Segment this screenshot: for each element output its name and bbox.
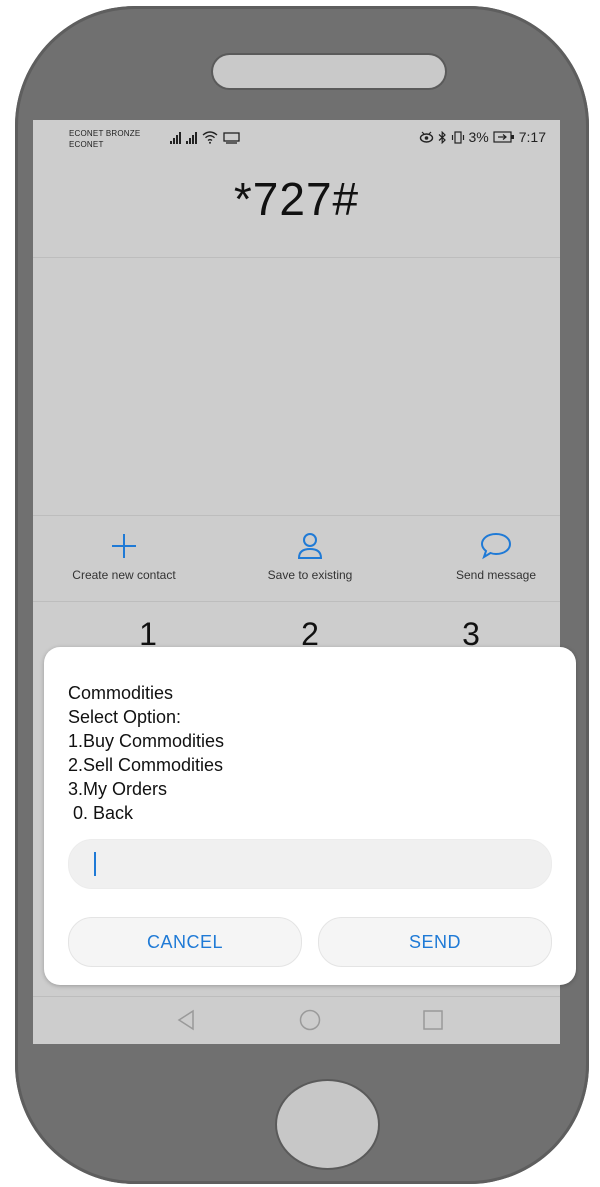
home-nav-icon[interactable]: [298, 1009, 322, 1031]
signal-strength-icon: [170, 132, 181, 144]
ussd-message: Commodities Select Option: 1.Buy Commodi…: [68, 683, 225, 823]
divider: [33, 257, 560, 258]
signal-icons: [170, 130, 240, 144]
cancel-button[interactable]: CANCEL: [68, 917, 302, 967]
eye-comfort-icon: [419, 131, 433, 143]
dialed-number: *727#: [233, 173, 360, 225]
send-button[interactable]: SEND: [318, 917, 552, 967]
divider: [33, 515, 560, 516]
chat-bubble-icon: [480, 532, 512, 560]
save-to-existing-button[interactable]: Save to existing: [222, 530, 398, 582]
wifi-icon: [202, 131, 218, 144]
home-button[interactable]: [277, 1081, 378, 1168]
create-new-contact-button[interactable]: Create new contact: [36, 530, 212, 582]
carrier-primary: ECONET BRONZE: [69, 129, 141, 138]
status-bar: ECONET BRONZE ECONET 3% 7:17: [33, 120, 560, 160]
ussd-reply-input[interactable]: [68, 839, 552, 889]
ussd-dialog: Commodities Select Option: 1.Buy Commodi…: [44, 647, 576, 985]
battery-charging-icon: [493, 131, 514, 143]
plus-icon: [112, 534, 136, 558]
battery-percent: 3%: [468, 129, 489, 145]
back-nav-icon[interactable]: [176, 1009, 196, 1031]
carrier-secondary: ECONET: [69, 140, 104, 149]
send-message-label: Send message: [455, 568, 537, 582]
clock: 7:17: [518, 129, 546, 145]
bluetooth-icon: [438, 130, 446, 144]
vibrate-icon: [451, 130, 464, 144]
divider: [33, 601, 560, 602]
signal-strength-icon-2: [186, 132, 197, 144]
status-indicators: 3% 7:17: [419, 129, 546, 145]
navigation-bar: [33, 996, 560, 1044]
cast-icon: [223, 132, 240, 144]
earpiece-speaker: [213, 55, 445, 88]
save-to-existing-label: Save to existing: [267, 568, 353, 582]
carrier-names: ECONET BRONZE ECONET: [69, 128, 140, 150]
send-message-button[interactable]: Send message: [408, 530, 560, 582]
person-icon: [297, 533, 323, 559]
text-cursor: [94, 852, 96, 876]
recents-nav-icon[interactable]: [422, 1009, 444, 1031]
create-new-contact-label: Create new contact: [72, 568, 176, 582]
